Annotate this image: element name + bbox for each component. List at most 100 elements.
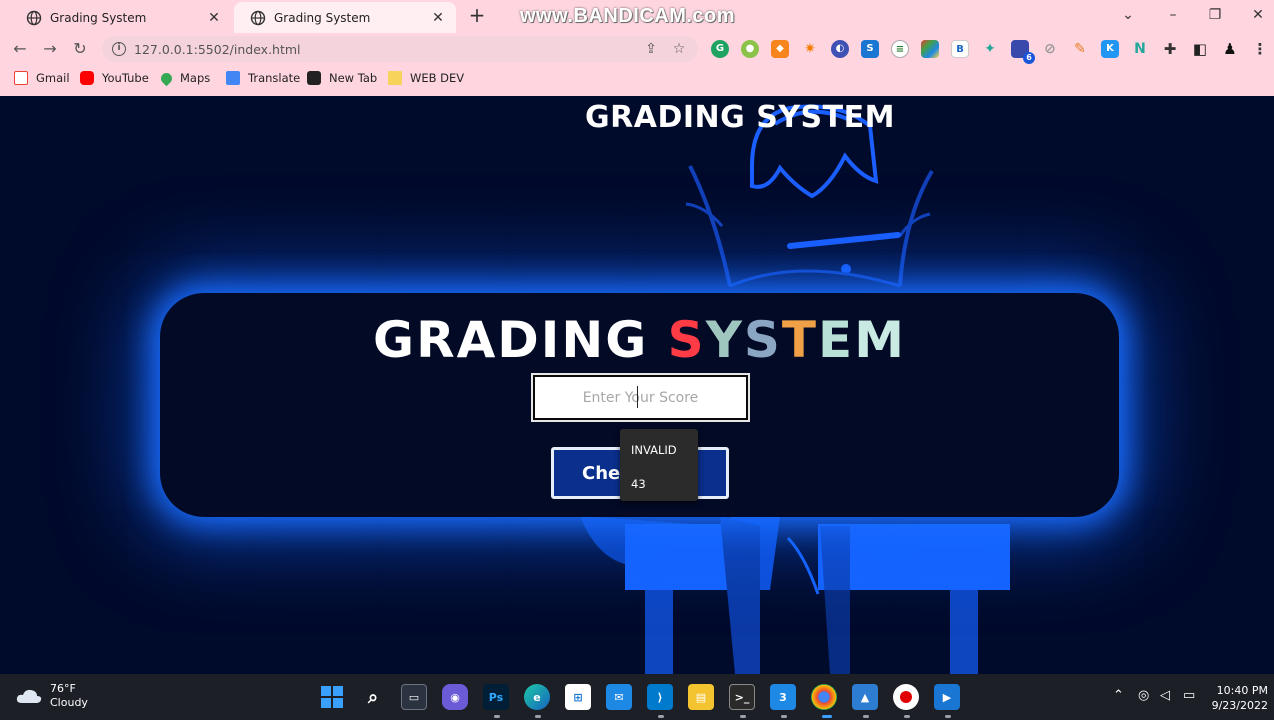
chrome-icon[interactable]: [811, 684, 837, 710]
clock-time: 10:40 PM: [1216, 684, 1268, 697]
bookmark-star-icon[interactable]: ☆: [670, 41, 688, 57]
side-panel-icon[interactable]: ◧: [1191, 40, 1209, 58]
autocomplete-option-invalid[interactable]: INVALID: [631, 443, 677, 457]
autocomplete-dropdown: INVALID 43: [620, 429, 698, 501]
running-indicator: [494, 715, 500, 718]
close-icon[interactable]: ✕: [206, 10, 222, 26]
bookmark-label: Gmail: [36, 71, 70, 85]
running-indicator: [658, 715, 664, 718]
minimize-button[interactable]: –: [1158, 5, 1188, 27]
extension-color-icon[interactable]: [921, 40, 939, 58]
photoshop-icon[interactable]: Ps: [483, 684, 509, 710]
tab-grading-system-2[interactable]: Grading System ✕: [234, 2, 456, 33]
new-tab-button[interactable]: +: [466, 4, 488, 28]
browser-toolbar: ← → ↻ i 127.0.0.1:5502/index.html ⇪ ☆ G …: [0, 33, 1274, 64]
photos-icon[interactable]: ▲: [852, 684, 878, 710]
grading-card: GRADING SYSTEM Check INVALID 43: [160, 293, 1119, 517]
card-title-part1: GRADING: [373, 311, 668, 369]
file-explorer-icon[interactable]: ▤: [688, 684, 714, 710]
store-icon[interactable]: ⊞: [565, 684, 591, 710]
window-close-button[interactable]: ✕: [1243, 5, 1273, 27]
bookmark-label: YouTube: [102, 71, 149, 85]
grammarly-extension-icon[interactable]: G: [711, 40, 729, 58]
task-view-icon[interactable]: ▭: [401, 684, 427, 710]
extension-s-icon[interactable]: S: [861, 40, 879, 58]
speaker-icon[interactable]: ◁: [1160, 688, 1170, 703]
record-icon[interactable]: [893, 684, 919, 710]
edge-icon[interactable]: e: [524, 684, 550, 710]
bookmark-new-tab[interactable]: New Tab: [307, 70, 377, 86]
search-icon[interactable]: ⌕: [360, 684, 386, 710]
extension-k-icon[interactable]: K: [1101, 40, 1119, 58]
windows-start-icon[interactable]: [319, 684, 345, 710]
site-info-icon[interactable]: i: [112, 42, 126, 56]
extensions-puzzle-icon[interactable]: ✚: [1161, 40, 1179, 58]
bookmark-translate[interactable]: Translate: [226, 70, 300, 86]
browser-menu-icon[interactable]: ⋮: [1251, 40, 1269, 58]
card-title: GRADING SYSTEM: [160, 311, 1119, 369]
weather-condition: Cloudy: [50, 696, 88, 709]
reload-icon[interactable]: ↻: [69, 38, 91, 60]
extension-badge-icon[interactable]: 6: [1011, 40, 1035, 64]
folder-icon: [388, 71, 402, 85]
bookmark-web-dev-folder[interactable]: WEB DEV: [388, 70, 464, 86]
mail-icon[interactable]: ✉: [606, 684, 632, 710]
title-letter: S: [743, 311, 782, 369]
browser-chrome: Grading System ✕ Grading System ✕ + www.…: [0, 0, 1274, 96]
extension-sheet-icon[interactable]: ≡: [891, 40, 909, 58]
tab-grading-system-1[interactable]: Grading System ✕: [10, 2, 232, 33]
bandicam-watermark: www.BANDICAM.com: [520, 5, 736, 27]
chevron-up-icon[interactable]: ⌃: [1113, 688, 1124, 703]
extension-bird-icon[interactable]: ✦: [981, 40, 999, 58]
running-indicator: [740, 715, 746, 718]
url-text[interactable]: 127.0.0.1:5502/index.html: [134, 42, 642, 57]
extension-sun-icon[interactable]: ✷: [801, 40, 819, 58]
forward-arrow-icon[interactable]: →: [39, 38, 61, 60]
windows-taskbar: 76°F Cloudy ⌕ ▭ ◉ Ps e ⊞ ✉ ⟩ ▤ >_ 3 ▲ ▶ …: [0, 674, 1274, 720]
page-header-title: GRADING SYSTEM: [585, 100, 895, 135]
bookmark-label: Translate: [248, 71, 301, 85]
bookmark-youtube[interactable]: YouTube: [80, 70, 149, 86]
bookmark-label: WEB DEV: [410, 71, 465, 85]
running-indicator: [781, 715, 787, 718]
close-icon[interactable]: ✕: [430, 10, 446, 26]
video-editor-icon[interactable]: ▶: [934, 684, 960, 710]
profile-avatar-icon[interactable]: ♟: [1221, 40, 1239, 58]
tab-label: Grading System: [50, 10, 147, 25]
back-arrow-icon[interactable]: ←: [9, 38, 31, 60]
restore-button[interactable]: ❐: [1200, 5, 1230, 27]
extension-n-icon[interactable]: N: [1131, 40, 1149, 58]
system-clock[interactable]: 10:40 PM 9/23/2022: [1208, 683, 1268, 713]
extension-b-icon[interactable]: B: [951, 40, 969, 58]
bookmark-gmail[interactable]: Gmail: [14, 70, 70, 86]
autocomplete-option-43[interactable]: 43: [631, 477, 646, 491]
extension-circle-icon[interactable]: ◐: [831, 40, 849, 58]
bookmark-maps[interactable]: Maps: [158, 70, 210, 86]
extension-green-icon[interactable]: ●: [741, 40, 759, 58]
bookmarks-bar: Gmail YouTube Maps Translate New Tab WEB…: [0, 64, 1274, 92]
vscode-icon[interactable]: ⟩: [647, 684, 673, 710]
tab-search-chevron-icon[interactable]: ⌄: [1113, 5, 1143, 27]
title-letter: T: [781, 311, 819, 369]
css3-icon[interactable]: 3: [770, 684, 796, 710]
extension-badge-count: 6: [1023, 52, 1035, 64]
title-letter: S: [667, 311, 706, 369]
globe-network-icon[interactable]: ◎: [1138, 688, 1149, 703]
extension-pen-icon[interactable]: ✎: [1071, 40, 1089, 58]
battery-icon[interactable]: ▭: [1183, 688, 1195, 703]
title-letter: M: [854, 311, 906, 369]
extension-compass-icon[interactable]: ⊘: [1041, 40, 1059, 58]
running-indicator: [904, 715, 910, 718]
score-input[interactable]: [531, 373, 750, 422]
metamask-extension-icon[interactable]: ◆: [771, 40, 789, 58]
terminal-icon[interactable]: >_: [729, 684, 755, 710]
text-cursor: [637, 386, 638, 408]
share-icon[interactable]: ⇪: [642, 41, 660, 57]
title-letter: E: [818, 311, 855, 369]
weather-widget[interactable]: 76°F Cloudy: [16, 682, 88, 710]
maps-icon: [158, 70, 175, 86]
chat-icon[interactable]: ◉: [442, 684, 468, 710]
clock-date: 9/23/2022: [1211, 699, 1268, 712]
running-indicator: [945, 715, 951, 718]
address-bar[interactable]: i 127.0.0.1:5502/index.html ⇪ ☆: [102, 36, 698, 62]
